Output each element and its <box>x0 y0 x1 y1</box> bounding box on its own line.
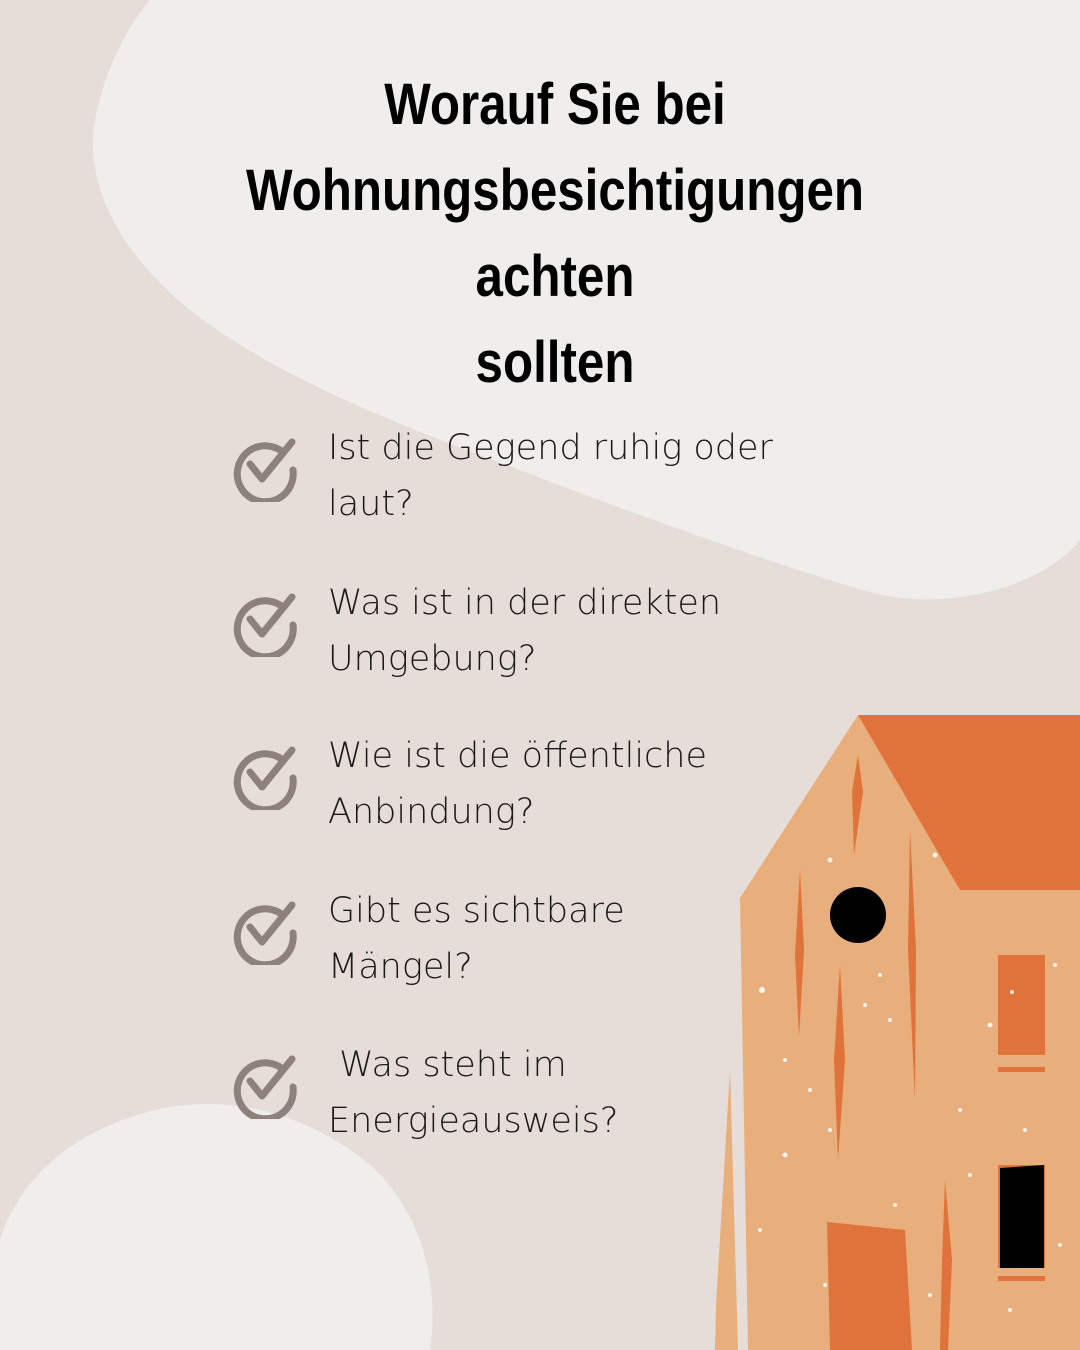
poster-canvas: Worauf Sie bei Wohnungsbesichtigungen ac… <box>0 0 1080 1350</box>
check-circle-icon <box>233 746 297 810</box>
checklist-item-text: Ist die Gegend ruhig oder laut? <box>328 428 773 524</box>
title-line-1: Worauf Sie bei <box>384 72 726 137</box>
check-circle-icon <box>233 901 297 965</box>
check-circle-icon <box>233 438 297 502</box>
house-window-lower-pane <box>1000 1165 1044 1268</box>
checklist-item-area: Ist die Gegend ruhig oder laut? <box>230 420 790 540</box>
title-line-2: Wohnungsbesichtigungen achten <box>245 158 865 309</box>
house-window-upper <box>998 955 1045 1055</box>
house-door <box>827 1222 912 1350</box>
house-window-lower-sill <box>998 1276 1045 1281</box>
page-title: Worauf Sie bei Wohnungsbesichtigungen ac… <box>160 62 951 406</box>
title-line-3: sollten <box>475 330 635 395</box>
check-circle-icon <box>233 593 297 657</box>
house-side-sliver <box>715 1070 738 1350</box>
house-illustration <box>715 715 1080 1350</box>
check-circle-icon <box>233 1055 297 1119</box>
checklist-item-text: Was ist in der direkten Umgebung? <box>328 583 722 679</box>
house-window-upper-sill <box>998 1067 1045 1072</box>
house-round-window <box>830 887 886 943</box>
checklist-item-surroundings: Was ist in der direkten Umgebung? <box>230 575 790 695</box>
